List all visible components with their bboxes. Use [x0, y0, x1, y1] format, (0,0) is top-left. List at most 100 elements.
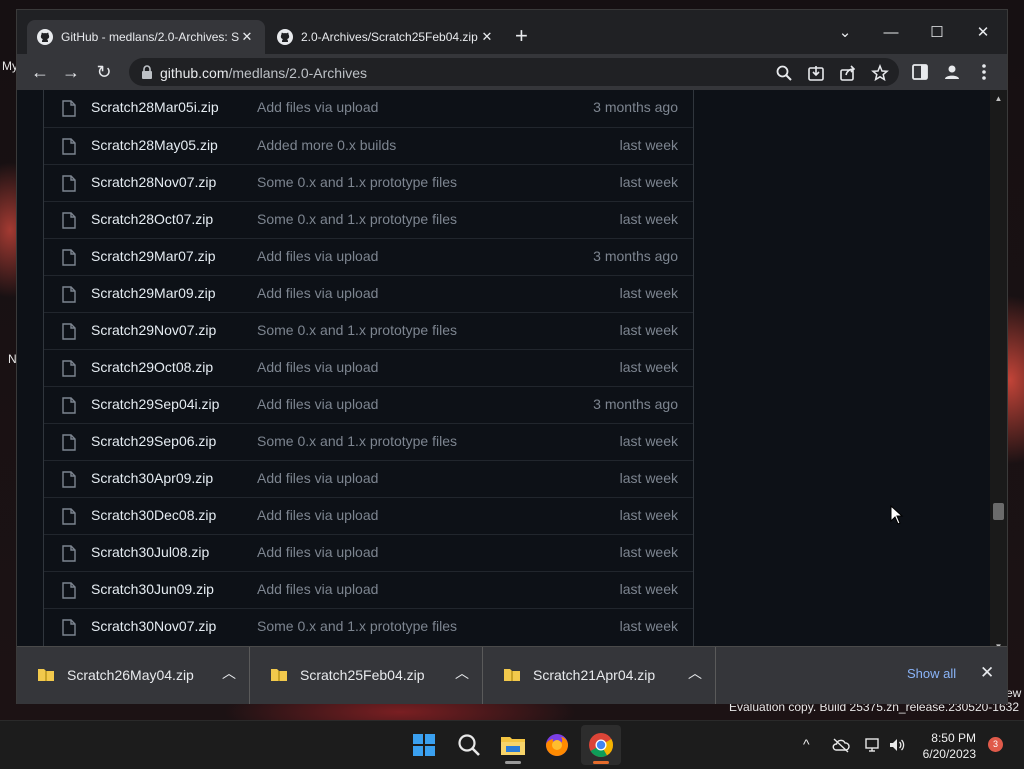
- install-icon[interactable]: [807, 64, 825, 82]
- file-name-link[interactable]: Scratch29Nov07.zip: [91, 322, 216, 338]
- file-row[interactable]: Scratch29Mar07.zip Add files via upload 3 …: [44, 238, 693, 275]
- commit-age: last week: [619, 174, 678, 190]
- profile-icon[interactable]: [943, 63, 961, 81]
- tab-strip: GitHub - medlans/2.0-Archives: S ✕ 2.0-A…: [17, 10, 1007, 54]
- download-item[interactable]: Scratch26May04.zip ︿: [17, 647, 250, 704]
- file-row[interactable]: Scratch29Sep04i.zip Add files via upload 3…: [44, 386, 693, 423]
- chevron-up-icon[interactable]: ︿: [455, 663, 469, 683]
- commit-message-link[interactable]: Add files via upload: [257, 285, 378, 301]
- commit-message-link[interactable]: Some 0.x and 1.x prototype files: [257, 211, 457, 227]
- file-name-link[interactable]: Scratch30Apr09.zip: [91, 470, 213, 486]
- file-row[interactable]: Scratch30Nov07.zip Some 0.x and 1.x proto…: [44, 608, 693, 645]
- commit-message-link[interactable]: Add files via upload: [257, 581, 378, 597]
- file-row[interactable]: Scratch28Nov07.zip Some 0.x and 1.x proto…: [44, 164, 693, 201]
- file-row[interactable]: Scratch29Sep06.zip Some 0.x and 1.x proto…: [44, 423, 693, 460]
- file-name-link[interactable]: Scratch29Sep04i.zip: [91, 396, 219, 412]
- commit-message-link[interactable]: Add files via upload: [257, 248, 378, 264]
- file-name-link[interactable]: Scratch28Mar05i.zip: [91, 99, 219, 115]
- maximize-button[interactable]: ☐: [914, 18, 960, 48]
- tab-title: 2.0-Archives/Scratch25Feb04.zip: [301, 30, 478, 44]
- new-tab-button[interactable]: +: [515, 25, 528, 47]
- system-clock[interactable]: 8:50 PM 6/20/2023: [912, 730, 976, 762]
- scroll-up-icon[interactable]: ▲: [990, 94, 1007, 103]
- commit-message-link[interactable]: Added more 0.x builds: [257, 137, 396, 153]
- file-name-link[interactable]: Scratch30Jul08.zip: [91, 544, 209, 560]
- commit-message-link[interactable]: Some 0.x and 1.x prototype files: [257, 322, 457, 338]
- file-name-link[interactable]: Scratch28Nov07.zip: [91, 174, 216, 190]
- commit-message-link[interactable]: Some 0.x and 1.x prototype files: [257, 174, 457, 190]
- commit-message-link[interactable]: Some 0.x and 1.x prototype files: [257, 618, 457, 634]
- show-all-button[interactable]: Show all: [907, 666, 956, 681]
- file-name-link[interactable]: Scratch30Dec08.zip: [91, 507, 216, 523]
- bookmark-star-icon[interactable]: [871, 64, 889, 82]
- share-icon[interactable]: [839, 64, 857, 82]
- network-icon[interactable]: [864, 736, 882, 754]
- back-button[interactable]: ←: [28, 60, 52, 84]
- reload-button[interactable]: ↻: [92, 60, 116, 84]
- file-name-link[interactable]: Scratch29Sep06.zip: [91, 433, 216, 449]
- scrollbar-thumb[interactable]: [993, 503, 1004, 520]
- chevron-up-icon[interactable]: ︿: [222, 663, 236, 683]
- file-row[interactable]: Scratch30Apr09.zip Add files via upload la…: [44, 460, 693, 497]
- file-name-link[interactable]: Scratch29Mar09.zip: [91, 285, 216, 301]
- menu-kebab-icon[interactable]: [977, 63, 991, 81]
- commit-age: 3 months ago: [593, 99, 678, 115]
- file-name-link[interactable]: Scratch29Oct08.zip: [91, 359, 213, 375]
- lock-icon[interactable]: [141, 65, 153, 79]
- file-row[interactable]: Scratch28Oct07.zip Some 0.x and 1.x proto…: [44, 201, 693, 238]
- file-row[interactable]: Scratch28May05.zip Added more 0.x builds l…: [44, 127, 693, 164]
- tab-search-button[interactable]: ⌄: [822, 18, 868, 48]
- commit-message-link[interactable]: Add files via upload: [257, 99, 378, 115]
- file-name-link[interactable]: Scratch29Mar07.zip: [91, 248, 216, 264]
- commit-age: last week: [619, 322, 678, 338]
- commit-message-link[interactable]: Some 0.x and 1.x prototype files: [257, 433, 457, 449]
- browser-window: GitHub - medlans/2.0-Archives: S ✕ 2.0-A…: [17, 10, 1007, 704]
- file-row[interactable]: Scratch30Jul08.zip Add files via upload la…: [44, 534, 693, 571]
- tab-zip-file[interactable]: 2.0-Archives/Scratch25Feb04.zip ✕: [267, 20, 505, 54]
- commit-age: last week: [619, 359, 678, 375]
- commit-message-link[interactable]: Add files via upload: [257, 470, 378, 486]
- windows-start-icon[interactable]: [410, 731, 438, 759]
- file-name-link[interactable]: Scratch28Oct07.zip: [91, 211, 213, 227]
- tab-close-icon[interactable]: ✕: [479, 29, 495, 45]
- file-explorer-icon[interactable]: [499, 731, 527, 759]
- file-row[interactable]: Scratch29Mar09.zip Add files via upload la…: [44, 275, 693, 312]
- zoom-icon[interactable]: [775, 64, 793, 82]
- commit-message-link[interactable]: Add files via upload: [257, 544, 378, 560]
- file-list: Scratch28Mar05i.zip Add files via upload 3…: [43, 90, 694, 655]
- tray-chevron-icon[interactable]: ^: [803, 736, 810, 752]
- browser-toolbar: ← → ↻ github.com/medlans/2.0-Archives: [17, 54, 1007, 90]
- close-window-button[interactable]: ✕: [960, 18, 1006, 48]
- minimize-button[interactable]: —: [868, 18, 914, 48]
- commit-message-link[interactable]: Add files via upload: [257, 396, 378, 412]
- file-row[interactable]: Scratch29Nov07.zip Some 0.x and 1.x proto…: [44, 312, 693, 349]
- firefox-icon[interactable]: [543, 731, 571, 759]
- download-filename: Scratch21Apr04.zip: [533, 667, 656, 683]
- file-name-link[interactable]: Scratch30Jun09.zip: [91, 581, 214, 597]
- file-icon: [62, 397, 76, 414]
- file-row[interactable]: Scratch30Jun09.zip Add files via upload la…: [44, 571, 693, 608]
- file-name-link[interactable]: Scratch28May05.zip: [91, 137, 218, 153]
- chrome-icon[interactable]: [587, 731, 615, 759]
- chevron-up-icon[interactable]: ︿: [688, 663, 702, 683]
- vertical-scrollbar[interactable]: ▲ ▼: [990, 90, 1007, 655]
- tab-close-icon[interactable]: ✕: [239, 29, 255, 45]
- file-icon: [62, 508, 76, 525]
- forward-button[interactable]: →: [59, 60, 83, 84]
- commit-message-link[interactable]: Add files via upload: [257, 507, 378, 523]
- cloud-sync-icon[interactable]: [832, 737, 850, 753]
- tab-github-repo[interactable]: GitHub - medlans/2.0-Archives: S ✕: [27, 20, 265, 54]
- notification-badge[interactable]: 3: [988, 737, 1003, 752]
- volume-icon[interactable]: [888, 736, 906, 754]
- close-downloads-button[interactable]: ✕: [980, 663, 994, 683]
- file-row[interactable]: Scratch30Dec08.zip Add files via upload la…: [44, 497, 693, 534]
- side-panel-icon[interactable]: [911, 63, 929, 81]
- file-name-link[interactable]: Scratch30Nov07.zip: [91, 618, 216, 634]
- file-row[interactable]: Scratch28Mar05i.zip Add files via upload 3…: [44, 90, 693, 127]
- commit-message-link[interactable]: Add files via upload: [257, 359, 378, 375]
- address-bar[interactable]: github.com/medlans/2.0-Archives: [129, 58, 899, 86]
- search-icon[interactable]: [455, 731, 483, 759]
- download-item[interactable]: Scratch25Feb04.zip ︿: [250, 647, 483, 704]
- download-item[interactable]: Scratch21Apr04.zip ︿: [483, 647, 716, 704]
- file-row[interactable]: Scratch29Oct08.zip Add files via upload la…: [44, 349, 693, 386]
